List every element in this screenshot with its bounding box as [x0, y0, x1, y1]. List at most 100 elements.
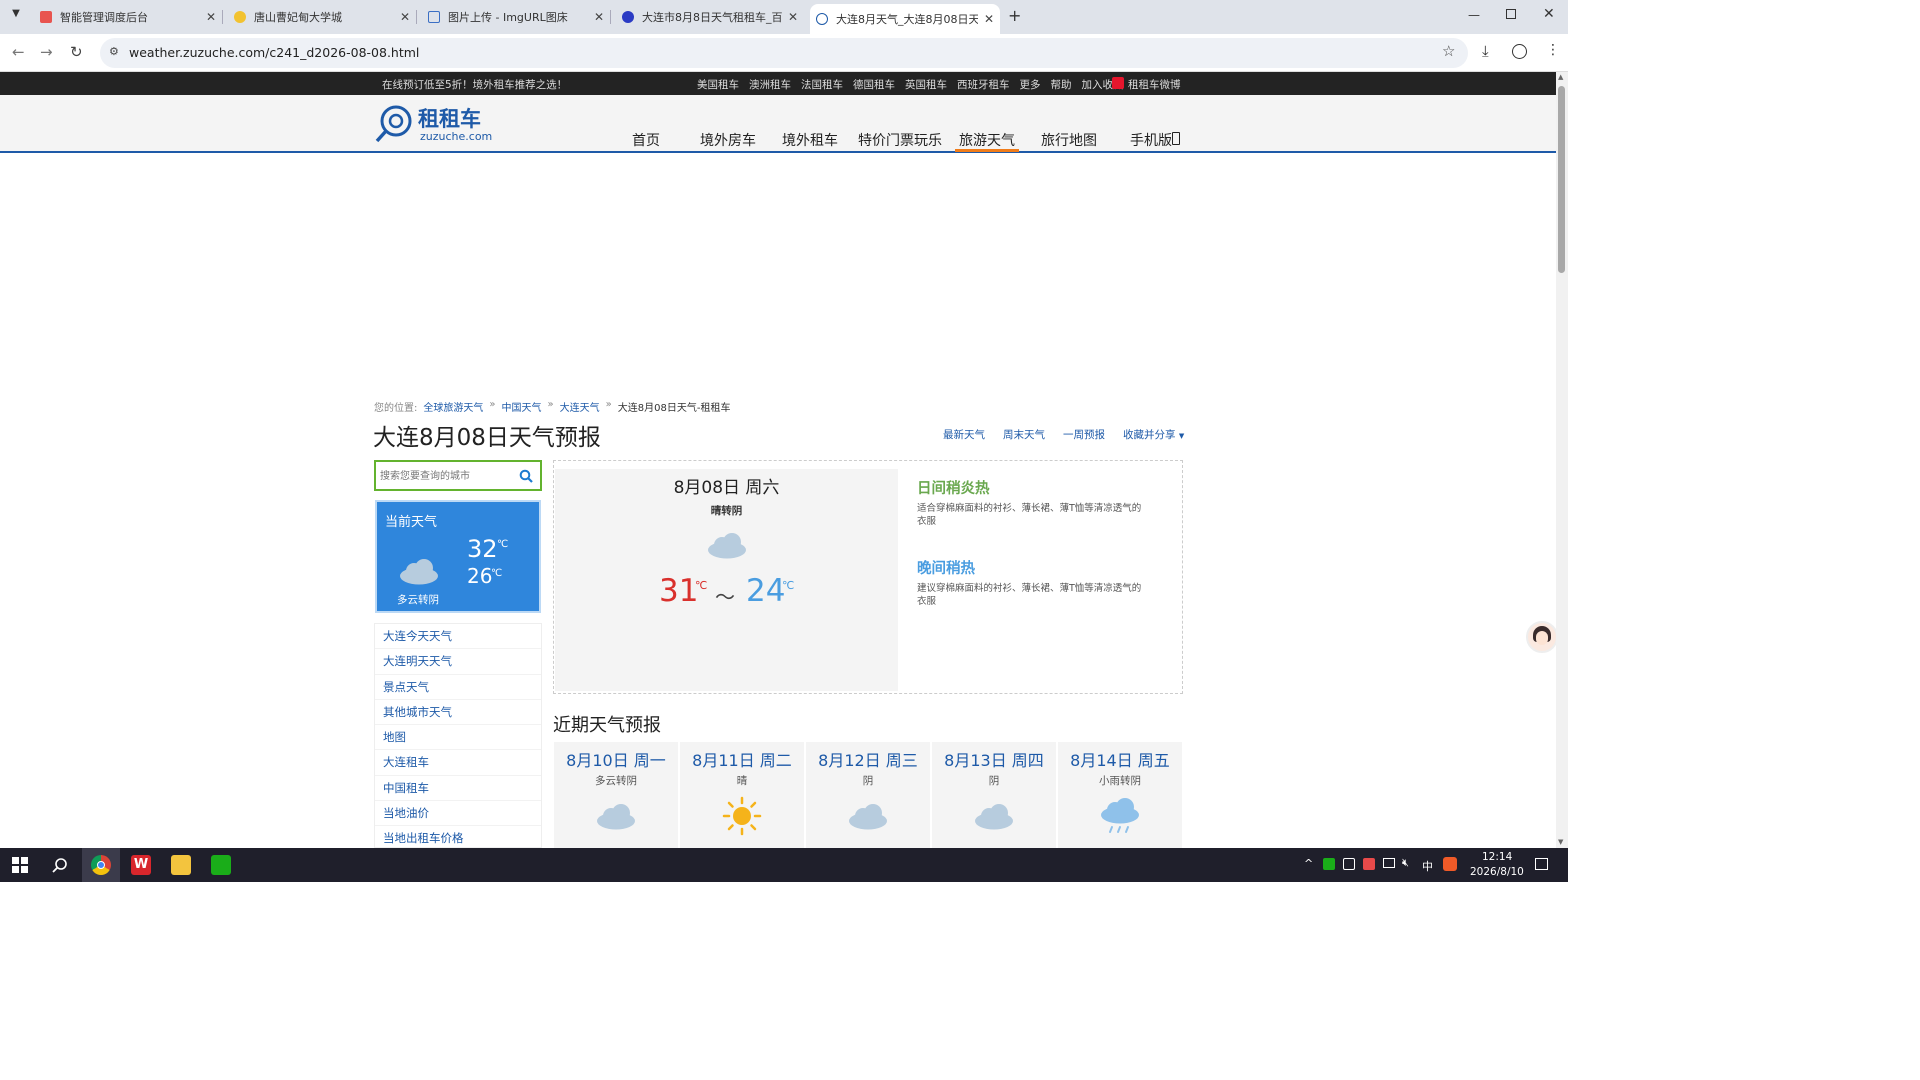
recent-day-cond: 多云转阴: [595, 775, 637, 787]
recent-day-cond: 阴: [988, 775, 1000, 787]
network-icon[interactable]: [1383, 858, 1395, 868]
sidebar-item[interactable]: 景点天气: [375, 675, 541, 700]
volume-muted-icon[interactable]: 🔇︎: [1402, 856, 1409, 870]
latest-weather-link[interactable]: 最新天气: [943, 427, 985, 442]
ime-indicator[interactable]: 中: [1422, 858, 1433, 874]
nav-active-indicator: [955, 149, 1019, 152]
top-link[interactable]: 帮助: [1051, 77, 1072, 92]
top-link[interactable]: 更多: [1020, 77, 1041, 92]
browser-tab[interactable]: 图片上传 - ImgURL图床 ✕: [422, 4, 610, 30]
download-icon[interactable]: ⤓: [1482, 42, 1489, 60]
nav-home[interactable]: 首页: [632, 130, 660, 150]
browser-tab[interactable]: 大连市8月8日天气租租车_百度 ✕: [616, 4, 804, 30]
breadcrumb-link[interactable]: 全球旅游天气: [423, 399, 483, 414]
forward-button[interactable]: →: [40, 43, 53, 61]
recent-day-card[interactable]: 8月10日 周一 多云转阴: [554, 742, 678, 848]
nav-car-rental[interactable]: 境外租车: [782, 130, 838, 150]
browser-tab-active[interactable]: 大连8月天气_大连8月08日天气 ✕: [810, 4, 1000, 34]
forecast-low-unit: ℃: [782, 579, 795, 592]
new-tab-button[interactable]: +: [1008, 6, 1021, 25]
week-forecast-link[interactable]: 一周预报: [1063, 427, 1105, 442]
top-link[interactable]: 法国租车: [801, 77, 843, 92]
cloud-icon: [849, 804, 887, 830]
sidebar-item[interactable]: 当地出租车价格: [375, 826, 541, 847]
breadcrumb-link[interactable]: 中国天气: [502, 399, 542, 414]
scroll-down-arrow-icon[interactable]: ▼: [1558, 838, 1563, 846]
weibo-link[interactable]: 租租车微博: [1128, 77, 1181, 92]
wps-icon[interactable]: W: [131, 855, 151, 875]
scrollbar-thumb[interactable]: [1558, 86, 1565, 273]
clock-time[interactable]: 12:14: [1482, 851, 1512, 863]
nav-weather[interactable]: 旅游天气: [959, 130, 1015, 150]
sidebar-item[interactable]: 大连今天天气: [375, 624, 541, 650]
close-tab-icon[interactable]: ✕: [594, 10, 604, 24]
wechat-icon[interactable]: [211, 855, 231, 875]
top-link[interactable]: 西班牙租车: [957, 77, 1010, 92]
promo-text: 在线预订低至5折！境外租车推荐之选！: [382, 79, 568, 91]
close-tab-icon[interactable]: ✕: [206, 10, 216, 24]
recent-day-card[interactable]: 8月11日 周二 晴: [680, 742, 804, 848]
site-logo[interactable]: 租租车 zuzuche.com: [374, 103, 492, 143]
sogou-ime-icon[interactable]: [1443, 857, 1457, 871]
mobile-phone-icon: [1172, 132, 1180, 145]
url-bar[interactable]: ⚙ weather.zuzuche.com/c241_d2026-08-08.h…: [100, 38, 1468, 68]
chrome-icon[interactable]: [91, 855, 111, 875]
profile-icon[interactable]: [1512, 44, 1527, 59]
reload-button[interactable]: ↻: [70, 43, 83, 61]
search-icon[interactable]: [52, 857, 68, 873]
sidebar-item[interactable]: 大连明天天气: [375, 649, 541, 675]
site-info-icon[interactable]: ⚙: [109, 45, 119, 58]
browser-tab[interactable]: 唐山曹妃甸大学城 ✕: [228, 4, 416, 30]
tray-app-icon[interactable]: [1343, 858, 1355, 870]
breadcrumb-link[interactable]: 大连天气: [560, 399, 600, 414]
recent-day-card[interactable]: 8月12日 周三 阴: [806, 742, 930, 848]
recent-day-card[interactable]: 8月14日 周五 小雨转阴: [1058, 742, 1182, 848]
assistant-avatar[interactable]: [1526, 621, 1558, 653]
sidebar-item[interactable]: 其他城市天气: [375, 700, 541, 726]
search-input[interactable]: [380, 466, 512, 486]
weekend-weather-link[interactable]: 周末天气: [1003, 427, 1045, 442]
browser-tab[interactable]: 智能管理调度后台 ✕: [34, 4, 222, 30]
scroll-up-arrow-icon[interactable]: ▲: [1558, 73, 1563, 81]
sun-icon: [722, 796, 762, 836]
top-link[interactable]: 德国租车: [853, 77, 895, 92]
minimize-button[interactable]: —: [1468, 8, 1480, 22]
browser-menu-icon[interactable]: ⋮: [1546, 42, 1560, 58]
sidebar-item[interactable]: 大连租车: [375, 750, 541, 776]
notification-icon[interactable]: [1535, 858, 1548, 870]
tray-wechat-icon[interactable]: [1323, 858, 1335, 870]
windows-start-icon[interactable]: [12, 857, 28, 873]
restore-button[interactable]: [1506, 9, 1516, 19]
file-explorer-icon[interactable]: [171, 855, 191, 875]
breadcrumb-current: 大连8月08日天气-租租车: [617, 403, 731, 414]
top-link[interactable]: 英国租车: [905, 77, 947, 92]
cloud-icon: [975, 804, 1013, 830]
cloud-icon: [597, 804, 635, 830]
recent-day-card[interactable]: 8月13日 周四 阴: [932, 742, 1056, 848]
top-link[interactable]: 美国租车: [697, 77, 739, 92]
page-title: 大连8月08日天气预报: [373, 425, 601, 451]
close-tab-icon[interactable]: ✕: [984, 12, 994, 26]
clock-date[interactable]: 2026/8/10: [1470, 866, 1524, 878]
recent-day-date: 8月11日 周二: [692, 751, 792, 770]
search-icon[interactable]: [519, 469, 533, 483]
share-link[interactable]: 收藏并分享 ▼: [1123, 427, 1184, 442]
nav-rv[interactable]: 境外房车: [700, 130, 756, 150]
back-button[interactable]: ←: [12, 43, 25, 61]
sidebar-item[interactable]: 地图: [375, 725, 541, 751]
sidebar-item[interactable]: 中国租车: [375, 776, 541, 802]
tray-up-arrow-icon[interactable]: ^: [1304, 857, 1313, 870]
close-window-button[interactable]: ✕: [1543, 6, 1555, 22]
tab-list-dropdown-button[interactable]: ▼: [6, 8, 26, 26]
nav-mobile[interactable]: 手机版: [1130, 130, 1172, 150]
bookmark-star-icon[interactable]: ☆: [1442, 42, 1455, 60]
close-tab-icon[interactable]: ✕: [788, 10, 798, 24]
weibo-icon[interactable]: [1112, 77, 1124, 89]
nav-tickets[interactable]: 特价门票玩乐: [858, 130, 942, 150]
close-tab-icon[interactable]: ✕: [400, 10, 410, 24]
sidebar-item[interactable]: 当地油价: [375, 801, 541, 827]
nav-map[interactable]: 旅行地图: [1041, 130, 1097, 150]
tray-security-icon[interactable]: [1363, 858, 1375, 870]
top-link[interactable]: 澳洲租车: [749, 77, 791, 92]
current-high: 32: [467, 535, 498, 563]
